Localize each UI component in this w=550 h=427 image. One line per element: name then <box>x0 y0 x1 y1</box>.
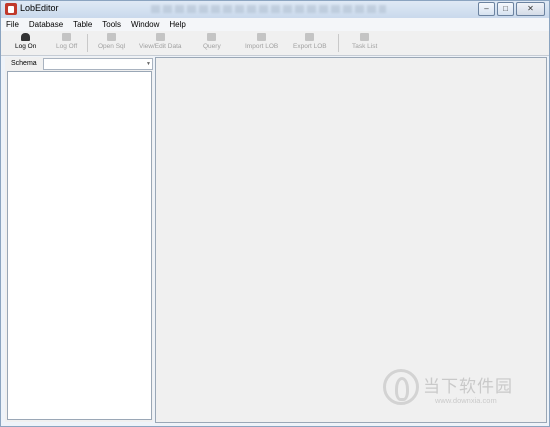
view-edit-data-button[interactable]: View/Edit Data <box>139 33 182 50</box>
task-list-label: Task List <box>352 43 378 50</box>
menu-file[interactable]: File <box>6 20 19 29</box>
schema-tree[interactable] <box>7 71 152 420</box>
watermark-text: 当下软件园 <box>423 377 513 396</box>
log-off-icon <box>62 33 72 41</box>
log-off-label: Log Off <box>56 43 78 50</box>
chevron-down-icon: ▼ <box>146 61 151 67</box>
query-label: Query <box>203 43 221 50</box>
menu-bar: File Database Table Tools Window Help <box>1 18 549 31</box>
open-sql-button[interactable]: Open Sql <box>98 33 125 50</box>
watermark: 当下软件园 www.downxia.com <box>383 369 533 413</box>
task-list-icon <box>360 33 370 41</box>
toolbar-separator <box>87 34 88 52</box>
app-window: LobEditor – □ ✕ File Database Table Tool… <box>0 0 550 427</box>
log-on-icon <box>21 33 31 41</box>
task-list-button[interactable]: Task List <box>352 33 377 50</box>
log-on-label: Log On <box>15 43 37 50</box>
view-edit-icon <box>155 33 165 41</box>
log-on-button[interactable]: Log On <box>15 33 36 50</box>
export-lob-label: Export LOB <box>293 43 327 50</box>
schema-dropdown[interactable]: ▼ <box>43 58 153 70</box>
window-title: LobEditor <box>20 3 59 13</box>
minimize-button[interactable]: – <box>478 2 495 16</box>
import-icon <box>257 33 267 41</box>
blurred-title-text <box>151 5 386 13</box>
maximize-button[interactable]: □ <box>497 2 514 16</box>
app-icon <box>5 3 17 15</box>
query-button[interactable]: Query <box>203 33 221 50</box>
schema-label: Schema <box>11 60 37 67</box>
menu-table[interactable]: Table <box>73 20 92 29</box>
watermark-logo-icon <box>383 369 419 405</box>
log-off-button[interactable]: Log Off <box>56 33 77 50</box>
menu-help[interactable]: Help <box>169 20 185 29</box>
import-lob-button[interactable]: Import LOB <box>245 33 278 50</box>
export-lob-button[interactable]: Export LOB <box>293 33 327 50</box>
title-bar[interactable]: LobEditor – □ ✕ <box>1 1 549 18</box>
import-lob-label: Import LOB <box>245 43 279 50</box>
menu-tools[interactable]: Tools <box>102 20 121 29</box>
toolbar-separator <box>338 34 339 52</box>
open-sql-label: Open Sql <box>98 43 126 50</box>
toolbar: Log On Log Off Open Sql View/Edit Data Q… <box>1 31 549 56</box>
menu-window[interactable]: Window <box>131 20 159 29</box>
open-sql-icon <box>107 33 117 41</box>
close-button[interactable]: ✕ <box>516 2 545 16</box>
view-edit-label: View/Edit Data <box>139 43 182 50</box>
left-panel: Schema ▼ <box>5 57 153 422</box>
watermark-url: www.downxia.com <box>435 396 497 405</box>
menu-database[interactable]: Database <box>29 20 63 29</box>
export-icon <box>305 33 315 41</box>
query-icon <box>207 33 217 41</box>
